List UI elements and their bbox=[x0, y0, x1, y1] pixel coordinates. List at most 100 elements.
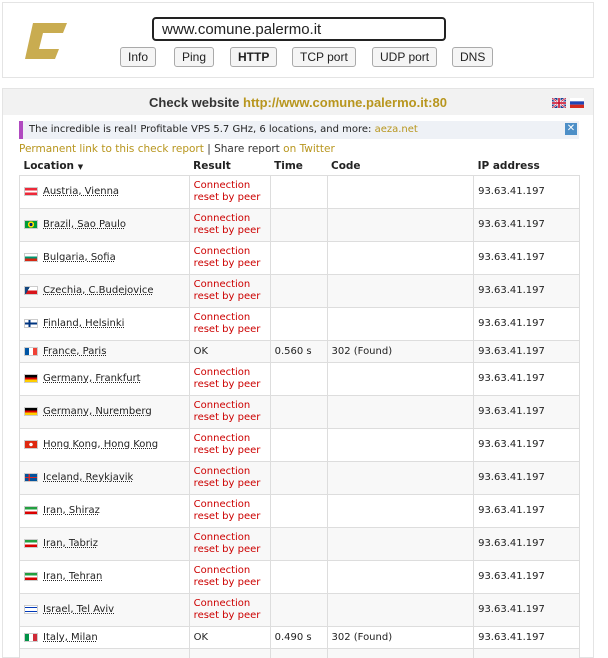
permanent-link[interactable]: Permanent link to this check report bbox=[19, 143, 204, 155]
country-flag-icon bbox=[24, 253, 38, 262]
tcp-port-button[interactable]: TCP port bbox=[292, 47, 356, 67]
udp-port-button[interactable]: UDP port bbox=[372, 47, 438, 67]
ip-cell: 93.63.41.197 bbox=[473, 273, 580, 308]
location-cell: Austria, Vienna bbox=[19, 174, 190, 209]
location-name[interactable]: Bulgaria, Sofia bbox=[43, 252, 116, 263]
ip-cell: 93.63.41.197 bbox=[473, 361, 580, 396]
table-row: Iceland, Reykjavik Connection reset by pe… bbox=[19, 460, 580, 495]
code-cell bbox=[326, 526, 475, 561]
time-cell bbox=[269, 174, 328, 209]
result-cell: Connection reset by peer bbox=[188, 273, 271, 308]
location-cell: France, Paris bbox=[19, 339, 190, 363]
ip-cell: 93.63.41.197 bbox=[473, 592, 580, 627]
location-name[interactable]: Iran, Shiraz bbox=[43, 505, 100, 516]
check-prefix: Check website bbox=[149, 95, 240, 110]
table-row: Czechia, C.Budejovice Connection reset by… bbox=[19, 273, 580, 308]
check-url[interactable]: http://www.comune.palermo.it:80 bbox=[243, 95, 447, 110]
time-cell bbox=[269, 526, 328, 561]
result-text: Connection reset by peer bbox=[193, 245, 261, 269]
location-wrap: Italy, Milan bbox=[24, 632, 185, 643]
info-button[interactable]: Info bbox=[120, 47, 157, 67]
result-header: Result bbox=[193, 159, 231, 172]
dns-button[interactable]: DNS bbox=[452, 47, 494, 67]
location-name[interactable]: Germany, Frankfurt bbox=[43, 373, 141, 384]
twitter-link[interactable]: Twitter bbox=[300, 143, 335, 155]
result-text: Connection reset by peer bbox=[193, 531, 261, 555]
ad-banner[interactable]: The incredible is real! Profitable VPS 5… bbox=[19, 121, 579, 139]
http-button[interactable]: HTTP bbox=[230, 47, 278, 67]
ip-cell: 93.63.41.197 bbox=[473, 427, 580, 462]
table-row: Israel, Tel Aviv Connection reset by peer… bbox=[19, 592, 580, 627]
country-flag-icon bbox=[24, 473, 38, 482]
location-wrap: Iran, Tabriz bbox=[24, 538, 185, 549]
location-wrap: Czechia, C.Budejovice bbox=[24, 285, 185, 296]
country-flag-icon bbox=[24, 220, 38, 229]
country-flag-icon bbox=[24, 407, 38, 416]
table-row: Hong Kong, Hong Kong Connection reset by … bbox=[19, 427, 580, 462]
english-flag-icon[interactable] bbox=[552, 98, 566, 108]
country-flag-icon bbox=[24, 346, 38, 356]
table-row: Austria, Vienna Connection reset by peer 9… bbox=[19, 174, 580, 209]
close-icon[interactable]: ✕ bbox=[565, 123, 577, 135]
location-cell: Iran, Shiraz bbox=[19, 493, 190, 528]
on-label: on bbox=[279, 143, 300, 155]
time-cell bbox=[269, 361, 328, 396]
report-links: Permanent link to this check report | Sh… bbox=[19, 143, 335, 155]
time-cell: 0.560 s bbox=[269, 339, 328, 363]
table-row: Brazil, Sao Paulo Connection reset by pee… bbox=[19, 207, 580, 242]
location-name[interactable]: Israel, Tel Aviv bbox=[43, 604, 114, 615]
result-text: Connection reset by peer bbox=[193, 498, 261, 522]
location-wrap: France, Paris bbox=[24, 346, 185, 357]
ad-link[interactable]: aeza.net bbox=[375, 124, 418, 135]
url-input[interactable] bbox=[152, 17, 446, 41]
result-cell: Connection reset by peer bbox=[188, 460, 271, 495]
location-header-label: Location bbox=[23, 159, 75, 172]
location-cell: Iran, Tabriz bbox=[19, 526, 190, 561]
time-cell bbox=[269, 240, 328, 275]
table-row: Germany, Nuremberg Connection reset by pe… bbox=[19, 394, 580, 429]
country-flag-icon bbox=[24, 319, 38, 328]
results-table: Location ▼ Result Time Code IP address A… bbox=[19, 157, 580, 658]
ip-cell: 93.63.41.197 bbox=[473, 526, 580, 561]
location-cell: Italy, Milan bbox=[19, 625, 190, 649]
location-name[interactable]: Finland, Helsinki bbox=[43, 318, 124, 329]
location-name[interactable]: Iran, Tabriz bbox=[43, 538, 98, 549]
location-name[interactable]: Germany, Nuremberg bbox=[43, 406, 152, 417]
table-row: Germany, Frankfurt Connection reset by pe… bbox=[19, 361, 580, 396]
code-cell bbox=[326, 207, 475, 242]
location-name[interactable]: France, Paris bbox=[43, 346, 106, 357]
location-name[interactable]: Iceland, Reykjavik bbox=[43, 472, 133, 483]
location-cell: Israel, Tel Aviv bbox=[19, 592, 190, 627]
location-cell: Bulgaria, Sofia bbox=[19, 240, 190, 275]
table-row: Italy, Milan OK 0.490 s 302 (Found) 93.63.41… bbox=[19, 625, 580, 649]
location-header[interactable]: Location ▼ bbox=[20, 157, 190, 175]
location-wrap: Iran, Shiraz bbox=[24, 505, 185, 516]
location-cell: Iran, Tehran bbox=[19, 559, 190, 594]
location-name[interactable]: Hong Kong, Hong Kong bbox=[43, 439, 158, 450]
location-name[interactable]: Czechia, C.Budejovice bbox=[43, 285, 154, 296]
table-row: Iran, Tehran Connection reset by peer 93.6… bbox=[19, 559, 580, 594]
location-wrap: Finland, Helsinki bbox=[24, 318, 185, 329]
russian-flag-icon[interactable] bbox=[570, 98, 584, 108]
location-name[interactable]: Brazil, Sao Paulo bbox=[43, 219, 126, 230]
code-header: Code bbox=[331, 159, 361, 172]
location-name[interactable]: Iran, Tehran bbox=[43, 571, 102, 582]
location-wrap: Germany, Nuremberg bbox=[24, 406, 185, 417]
ip-cell: 93.63.41.197 bbox=[473, 240, 580, 275]
time-cell bbox=[269, 647, 328, 658]
time-cell bbox=[269, 559, 328, 594]
result-cell: Connection reset by peer bbox=[188, 361, 271, 396]
result-cell: OK bbox=[188, 339, 271, 363]
time-cell bbox=[269, 493, 328, 528]
location-name[interactable]: Austria, Vienna bbox=[43, 186, 119, 197]
code-cell bbox=[326, 394, 475, 429]
check-title: Check website http://www.comune.palermo.… bbox=[3, 95, 593, 110]
ping-button[interactable]: Ping bbox=[174, 47, 215, 67]
ip-cell: 93.63.41.197 bbox=[473, 559, 580, 594]
code-cell bbox=[326, 427, 475, 462]
location-cell bbox=[19, 647, 190, 658]
code-cell bbox=[326, 493, 475, 528]
location-name[interactable]: Italy, Milan bbox=[43, 632, 98, 643]
ip-cell: 93.63.41.197 bbox=[473, 493, 580, 528]
site-logo-icon[interactable] bbox=[23, 17, 71, 65]
